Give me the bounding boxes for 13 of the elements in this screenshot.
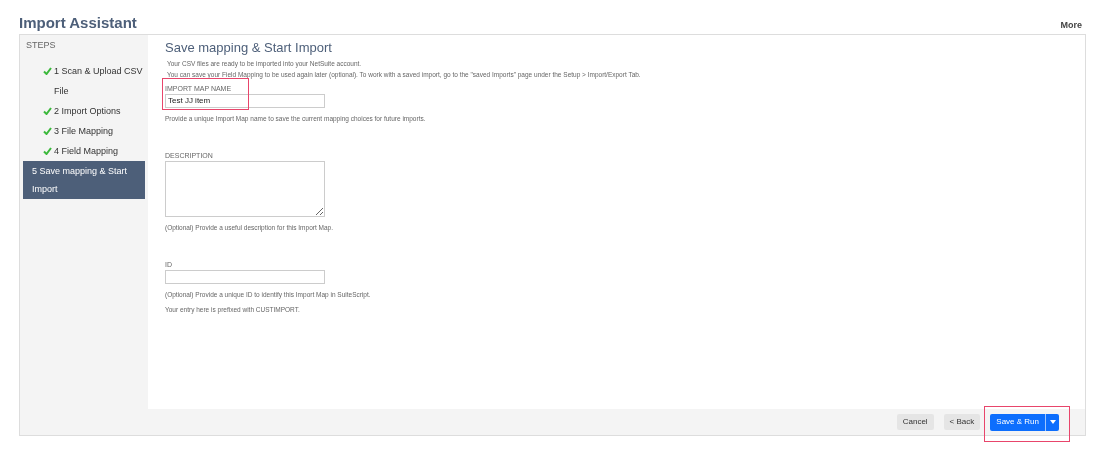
step-item[interactable]: 1 Scan & Upload CSV File: [23, 60, 145, 101]
step-item[interactable]: 4 Field Mapping: [23, 140, 145, 161]
more-link[interactable]: More: [1060, 21, 1082, 30]
back-button[interactable]: < Back: [943, 414, 981, 430]
input-field[interactable]: Test JJ item: [165, 93, 325, 108]
section-title: Save mapping & Start Import: [165, 39, 333, 57]
save-and-run-button[interactable]: Save & Run: [990, 413, 1045, 431]
page-title: Import Assistant: [19, 15, 137, 30]
step-item[interactable]: 5 Save mapping & Start Import: [23, 160, 145, 199]
steps-heading: STEPS: [25, 39, 57, 52]
step-item[interactable]: 2 Import Options: [23, 100, 145, 121]
step-item[interactable]: 3 File Mapping: [23, 120, 145, 141]
cancel-button[interactable]: Cancel: [896, 414, 934, 430]
